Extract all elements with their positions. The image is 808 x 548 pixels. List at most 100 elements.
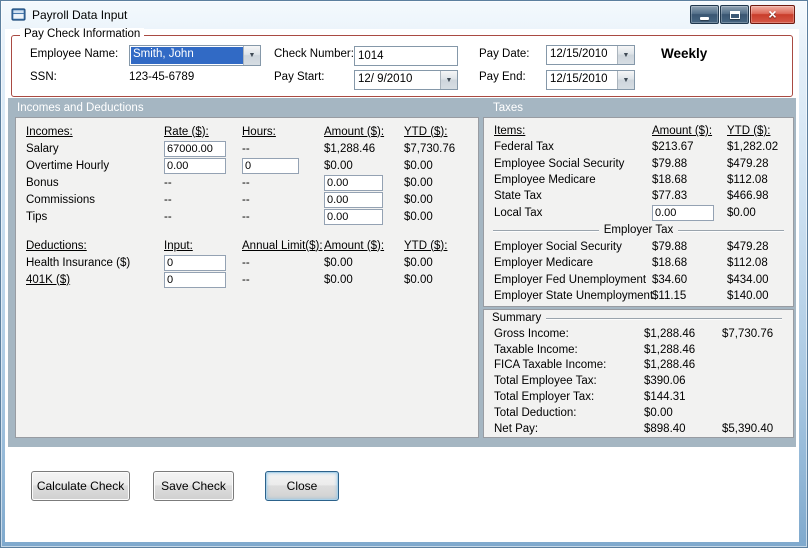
401k-limit-value: -- bbox=[242, 273, 250, 286]
column-header-ytd: YTD ($): bbox=[404, 125, 448, 138]
overtime-amount-value: $0.00 bbox=[324, 159, 353, 172]
taxable-income-amount: $1,288.46 bbox=[644, 343, 696, 356]
pay-end-label: Pay End: bbox=[479, 71, 526, 83]
employer-ss-amount: $79.88 bbox=[652, 241, 688, 254]
minimize-button[interactable] bbox=[690, 5, 719, 24]
net-pay-ytd: $5,390.40 bbox=[722, 422, 774, 435]
health-insurance-input[interactable] bbox=[164, 254, 226, 271]
pay-end-value: 12/15/2010 bbox=[550, 73, 608, 85]
calculate-check-button[interactable]: Calculate Check bbox=[31, 471, 130, 501]
employee-name-label: Employee Name: bbox=[30, 48, 119, 60]
employee-medicare-ytd: $112.08 bbox=[727, 174, 768, 187]
pay-date-value: 12/15/2010 bbox=[550, 48, 608, 60]
chevron-down-icon[interactable]: ▼ bbox=[617, 46, 634, 64]
commissions-amount-input[interactable] bbox=[324, 191, 383, 208]
employer-state-unemp-amount: $11.15 bbox=[652, 290, 687, 303]
health-ytd-value: $0.00 bbox=[404, 256, 433, 269]
401k-input[interactable] bbox=[164, 271, 226, 288]
employer-fed-unemp-ytd: $434.00 bbox=[727, 273, 769, 286]
gross-income-amount: $1,288.46 bbox=[644, 327, 696, 340]
pay-date-label: Pay Date: bbox=[479, 48, 530, 60]
app-window: Payroll Data Input × Pay Check Informati… bbox=[0, 0, 808, 548]
net-pay-amount: $898.40 bbox=[644, 422, 686, 435]
fica-taxable-amount: $1,288.46 bbox=[644, 359, 696, 372]
summary-row-label: Total Deduction: bbox=[494, 406, 577, 419]
income-row-label: Salary bbox=[26, 142, 59, 155]
health-amount-value: $0.00 bbox=[324, 256, 353, 269]
column-header-deductions: Deductions: bbox=[26, 239, 87, 252]
column-header-amount: Amount ($): bbox=[324, 125, 385, 138]
save-check-button[interactable]: Save Check bbox=[153, 471, 234, 501]
401k-ytd-value: $0.00 bbox=[404, 273, 433, 286]
summary-group-title: Summary bbox=[492, 312, 542, 324]
chevron-down-icon[interactable]: ▼ bbox=[617, 71, 634, 89]
dialog-body: Pay Check Information Employee Name: Smi… bbox=[5, 28, 799, 542]
commissions-ytd-value: $0.00 bbox=[404, 193, 433, 206]
employee-ss-amount: $79.88 bbox=[652, 157, 688, 170]
salary-hours-value: -- bbox=[242, 142, 250, 155]
tips-ytd-value: $0.00 bbox=[404, 210, 433, 223]
employee-name-combobox[interactable]: Smith, John ▼ bbox=[129, 45, 261, 66]
bonus-amount-input[interactable] bbox=[324, 174, 383, 191]
pay-start-label: Pay Start: bbox=[274, 71, 325, 83]
tax-row-label: Employee Social Security bbox=[494, 157, 625, 170]
summary-table: Gross Income: $1,288.46 $7,730.76 Taxabl… bbox=[494, 326, 789, 437]
tips-hours-value: -- bbox=[242, 210, 250, 223]
incomes-section-header: Incomes and Deductions bbox=[17, 102, 144, 114]
total-deduction-amount: $0.00 bbox=[644, 406, 673, 419]
pay-end-datepicker[interactable]: 12/15/2010 ▼ bbox=[546, 70, 635, 90]
tips-amount-input[interactable] bbox=[324, 208, 383, 225]
summary-panel: Summary Gross Income: $1,288.46 $7,730.7… bbox=[483, 309, 794, 438]
gross-income-ytd: $7,730.76 bbox=[722, 327, 774, 340]
overtime-hours-input[interactable] bbox=[242, 157, 299, 174]
local-tax-input[interactable] bbox=[652, 204, 714, 221]
income-row-label: Commissions bbox=[26, 193, 96, 206]
group-title: Pay Check Information bbox=[20, 28, 145, 40]
income-row-label: Bonus bbox=[26, 176, 59, 189]
employee-taxes-table: Items: Amount ($): YTD ($): Federal Tax … bbox=[494, 123, 789, 221]
deduction-row-label-401k: 401K ($) bbox=[26, 273, 71, 286]
column-header-rate: Rate ($): bbox=[164, 125, 209, 138]
pay-date-datepicker[interactable]: 12/15/2010 ▼ bbox=[546, 45, 635, 65]
window-title: Payroll Data Input bbox=[32, 8, 128, 22]
close-button[interactable]: Close bbox=[265, 471, 339, 501]
summary-row-label: Net Pay: bbox=[494, 422, 539, 435]
column-header-amount: Amount ($): bbox=[652, 125, 713, 138]
overtime-ytd-value: $0.00 bbox=[404, 159, 433, 172]
paycheck-info-group: Pay Check Information Employee Name: Smi… bbox=[11, 28, 793, 97]
tax-row-label: Federal Tax bbox=[494, 141, 554, 154]
pay-start-datepicker[interactable]: 12/ 9/2010 ▼ bbox=[354, 70, 458, 90]
incomes-deductions-panel: Incomes: Rate ($): Hours: Amount ($): YT… bbox=[15, 117, 479, 438]
salary-rate-input[interactable] bbox=[164, 140, 226, 157]
title-bar[interactable]: Payroll Data Input × bbox=[1, 1, 807, 29]
column-header-hours: Hours: bbox=[242, 125, 276, 138]
column-header-amount: Amount ($): bbox=[324, 239, 385, 252]
summary-row-label: Total Employer Tax: bbox=[494, 391, 595, 404]
chevron-down-icon[interactable]: ▼ bbox=[243, 46, 260, 65]
total-employer-tax-amount: $144.31 bbox=[644, 391, 686, 404]
tax-row-label: Employer Medicare bbox=[494, 257, 594, 270]
employer-tax-group-title: Employer Tax bbox=[603, 224, 674, 236]
commissions-rate-value: -- bbox=[164, 193, 172, 206]
bonus-rate-value: -- bbox=[164, 176, 172, 189]
tax-row-label: Employee Medicare bbox=[494, 174, 596, 187]
column-header-incomes: Incomes: bbox=[26, 125, 73, 138]
total-employee-tax-amount: $390.06 bbox=[644, 375, 686, 388]
separator-line bbox=[493, 229, 599, 231]
employer-fed-unemp-amount: $34.60 bbox=[652, 273, 688, 286]
tips-rate-value: -- bbox=[164, 210, 172, 223]
maximize-button[interactable] bbox=[720, 5, 749, 24]
close-window-button[interactable]: × bbox=[750, 5, 795, 24]
tax-row-label: Employer State Unemployment bbox=[494, 290, 654, 303]
taxes-section-header: Taxes bbox=[493, 102, 524, 114]
chevron-down-icon[interactable]: ▼ bbox=[440, 71, 457, 89]
bonus-hours-value: -- bbox=[242, 176, 250, 189]
summary-row-label: Total Employee Tax: bbox=[494, 375, 597, 388]
federal-tax-ytd: $1,282.02 bbox=[727, 141, 779, 154]
employer-medicare-amount: $18.68 bbox=[652, 257, 688, 270]
overtime-rate-input[interactable] bbox=[164, 157, 226, 174]
pay-start-value: 12/ 9/2010 bbox=[358, 73, 413, 85]
window-controls: × bbox=[689, 5, 795, 24]
tax-row-label: State Tax bbox=[494, 190, 542, 203]
check-number-input[interactable] bbox=[354, 46, 458, 66]
